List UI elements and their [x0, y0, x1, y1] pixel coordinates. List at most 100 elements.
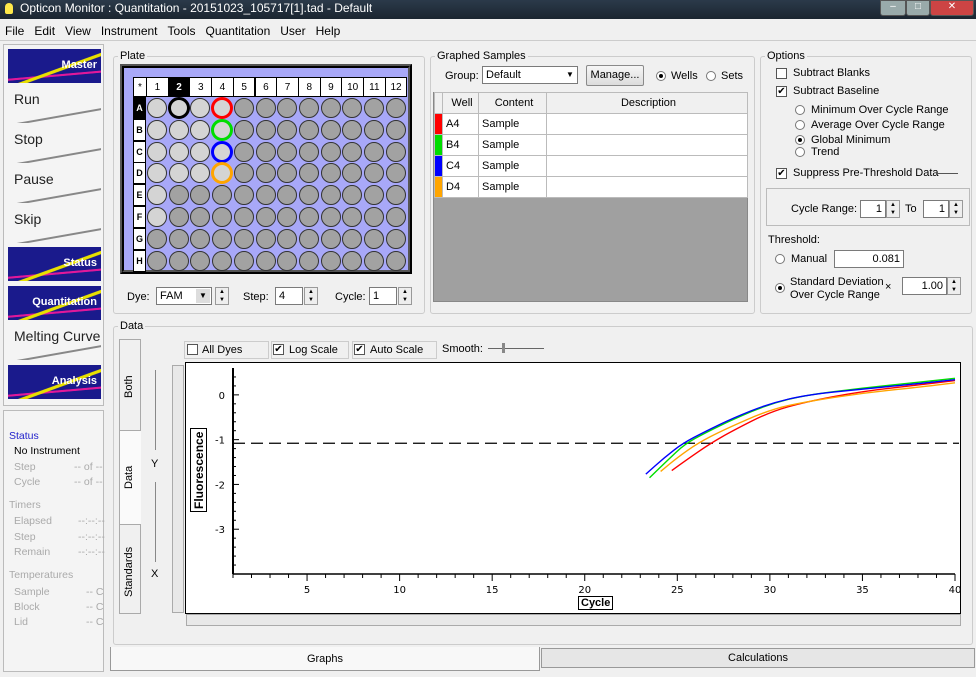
smooth-slider-thumb[interactable] [502, 343, 505, 353]
well-C4[interactable] [211, 140, 234, 163]
plate-column-header[interactable]: 11 [363, 77, 386, 97]
well-C7[interactable] [277, 141, 298, 162]
close-button[interactable]: ✕ [930, 0, 974, 16]
col-well[interactable]: Well [442, 92, 479, 114]
well-D8[interactable] [298, 163, 319, 184]
well-B4[interactable] [211, 118, 234, 141]
chevron-down-icon[interactable]: ▼ [563, 68, 577, 82]
well-C9[interactable] [320, 141, 341, 162]
well-E7[interactable] [277, 185, 298, 206]
well-D12[interactable] [385, 163, 406, 184]
chevron-down-icon[interactable]: ▼ [196, 289, 210, 303]
cycle-input[interactable]: 1 [369, 287, 397, 305]
well-A6[interactable] [255, 98, 276, 118]
plate-column-header[interactable]: 9 [319, 77, 343, 97]
plate-column-header[interactable]: 3 [189, 77, 213, 97]
cycle-spinner[interactable]: ▲ ▼ [398, 287, 412, 305]
baseline-avg-radio[interactable] [795, 120, 805, 130]
subtract-baseline-checkbox[interactable]: ✔ [776, 86, 787, 97]
well-D7[interactable] [277, 163, 298, 184]
well-C1[interactable] [147, 141, 167, 162]
toolbar-stop-button[interactable]: Stop [8, 129, 101, 163]
well-G9[interactable] [320, 228, 341, 249]
well-H6[interactable] [255, 250, 276, 271]
stddev-radio[interactable] [775, 283, 785, 293]
plate-column-header[interactable]: 6 [254, 77, 278, 97]
menu-instrument[interactable]: Instrument [96, 21, 163, 38]
plate-row-header[interactable]: C [133, 140, 146, 163]
well-G6[interactable] [255, 228, 276, 249]
plate-column-header[interactable]: 10 [341, 77, 364, 97]
well-F4[interactable] [212, 207, 233, 227]
plate-row-header[interactable]: D [133, 162, 146, 185]
well-H2[interactable] [168, 250, 189, 271]
well-H4[interactable] [212, 250, 233, 271]
well-E1[interactable] [147, 185, 167, 206]
well-C3[interactable] [190, 141, 211, 162]
cycle-from-input[interactable]: 1 [860, 200, 886, 218]
well-C8[interactable] [298, 141, 319, 162]
well-D3[interactable] [190, 163, 211, 184]
dye-spinner[interactable]: ▲ ▼ [215, 287, 229, 305]
well-A10[interactable] [342, 98, 363, 118]
step-spinner[interactable]: ▲ ▼ [304, 287, 318, 305]
well-A7[interactable] [277, 98, 298, 118]
well-B9[interactable] [320, 119, 341, 140]
well-B7[interactable] [277, 119, 298, 140]
well-B1[interactable] [147, 119, 167, 140]
well-E8[interactable] [298, 185, 319, 206]
plate-row-header[interactable]: H [133, 249, 146, 272]
well-D1[interactable] [147, 163, 167, 184]
plate-row-header[interactable]: F [133, 206, 146, 228]
col-description[interactable]: Description [546, 92, 748, 114]
well-A12[interactable] [385, 98, 406, 118]
toolbar-master-button[interactable]: Master [8, 49, 101, 83]
well-E12[interactable] [385, 185, 406, 206]
well-F7[interactable] [277, 207, 298, 227]
smooth-slider[interactable] [488, 348, 544, 349]
well-D10[interactable] [342, 163, 363, 184]
well-D9[interactable] [320, 163, 341, 184]
well-E6[interactable] [255, 185, 276, 206]
plate-column-header[interactable]: 12 [384, 77, 408, 97]
well-F12[interactable] [385, 207, 406, 227]
menu-help[interactable]: Help [311, 21, 346, 38]
well-F6[interactable] [255, 207, 276, 227]
plate-column-header[interactable]: 5 [232, 77, 256, 97]
well-D2[interactable] [168, 163, 189, 184]
well-A9[interactable] [320, 98, 341, 118]
well-G4[interactable] [212, 228, 233, 249]
suppress-slider[interactable] [936, 173, 958, 174]
well-H8[interactable] [298, 250, 319, 271]
sets-radio[interactable] [706, 71, 716, 81]
well-H1[interactable] [147, 250, 167, 271]
well-H11[interactable] [364, 250, 384, 271]
well-H7[interactable] [277, 250, 298, 271]
well-H9[interactable] [320, 250, 341, 271]
plate-column-header[interactable]: 1 [146, 77, 169, 97]
well-D6[interactable] [255, 163, 276, 184]
well-G3[interactable] [190, 228, 211, 249]
baseline-trend-radio[interactable] [795, 147, 805, 157]
maximize-button[interactable]: □ [906, 0, 930, 16]
sample-row[interactable]: A4 Sample [434, 113, 748, 135]
well-F10[interactable] [342, 207, 363, 227]
menu-view[interactable]: View [60, 21, 96, 38]
well-B12[interactable] [385, 119, 406, 140]
plate-row-header[interactable]: E [133, 184, 146, 207]
well-B5[interactable] [233, 119, 254, 140]
menu-quantitation[interactable]: Quantitation [201, 21, 276, 38]
well-A2[interactable] [167, 97, 190, 119]
step-input[interactable]: 4 [275, 287, 303, 305]
well-B8[interactable] [298, 119, 319, 140]
sample-row[interactable]: B4 Sample [434, 134, 748, 156]
y-zoom-slider[interactable] [155, 370, 156, 450]
plate-row-header[interactable]: A [133, 97, 146, 119]
well-E5[interactable] [233, 185, 254, 206]
well-C6[interactable] [255, 141, 276, 162]
well-H10[interactable] [342, 250, 363, 271]
toolbar-analysis-button[interactable]: Analysis [8, 365, 101, 399]
well-D11[interactable] [364, 163, 384, 184]
x-zoom-slider[interactable] [155, 482, 156, 562]
well-C2[interactable] [168, 141, 189, 162]
